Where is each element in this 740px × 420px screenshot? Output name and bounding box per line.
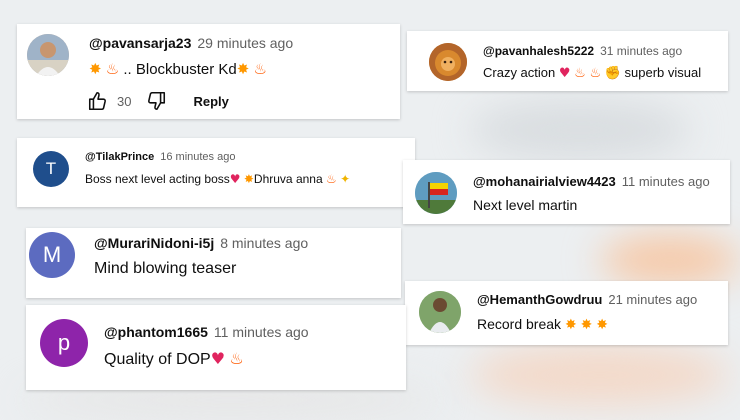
comment-text: ✸ ♨ .. Blockbuster Kd✸ ♨ <box>89 60 267 78</box>
comment-text: Boss next level acting boss♥ ✸Dhruva ann… <box>85 172 351 186</box>
avatar-letter: T <box>45 159 57 178</box>
comment-timestamp: 11 minutes ago <box>213 324 309 340</box>
clipped-actions-row <box>26 380 406 390</box>
comment-header: @phantom1665 11 minutes ago <box>104 324 309 340</box>
comment-timestamp: 29 minutes ago <box>197 35 294 51</box>
comment-text: Record break ✸ ✸ ✸ <box>477 316 608 333</box>
fire-emoji-icon: ♨ <box>253 60 267 78</box>
collision-emoji-icon: ✸ <box>89 60 102 78</box>
comment-text: Next level martin <box>473 197 578 213</box>
heart-emoji-icon: ♥ <box>229 172 241 186</box>
heart-emoji-icon: ♥ <box>210 349 226 368</box>
comment-card: @mohanairialview4423 11 minutes ago Next … <box>403 160 730 224</box>
user-avatar[interactable] <box>415 172 457 214</box>
comment-username[interactable]: @phantom1665 <box>104 324 208 340</box>
comment-timestamp: 31 minutes ago <box>600 44 683 58</box>
comment-header: @mohanairialview4423 11 minutes ago <box>473 174 710 189</box>
comment-header: @pavansarja23 29 minutes ago <box>89 35 293 51</box>
heart-emoji-icon: ♥ <box>558 66 571 81</box>
comment-header: @HemanthGowdruu 21 minutes ago <box>477 292 697 307</box>
comment-header: @pavanhalesh5222 31 minutes ago <box>483 44 682 58</box>
user-avatar[interactable]: T <box>33 151 69 187</box>
dizzy-emoji-icon: ✦ <box>340 172 351 186</box>
comment-username[interactable]: @MurariNidoni-i5j <box>94 235 214 251</box>
karnataka-flag-avatar-icon <box>415 172 457 214</box>
comment-text: Mind blowing teaser <box>94 260 237 277</box>
comment-timestamp: 21 minutes ago <box>608 292 698 307</box>
comment-card: M @MurariNidoni-i5j 8 minutes ago Mind bl… <box>26 228 401 298</box>
person-photo-avatar-icon <box>27 34 69 76</box>
fire-emoji-icon: ♨ <box>325 172 337 186</box>
avatar-letter: M <box>42 242 62 267</box>
fire-emoji-icon: ♨ <box>574 66 586 81</box>
background-blur <box>470 345 730 405</box>
like-count: 30 <box>117 93 132 109</box>
comment-username[interactable]: @TilakPrince <box>85 151 154 163</box>
comment-card: @pavanhalesh5222 31 minutes ago Crazy act… <box>407 31 728 91</box>
comment-card: p @phantom1665 11 minutes ago Quality of … <box>26 305 406 390</box>
comment-card: @pavansarja23 29 minutes ago ✸ ♨ .. Block… <box>17 24 400 119</box>
comment-text: Crazy action ♥ ♨ ♨ ✊ superb visual <box>483 65 702 81</box>
comment-timestamp: 16 minutes ago <box>160 151 236 163</box>
comment-card: T @TilakPrince 16 minutes ago Boss next l… <box>17 138 415 207</box>
user-avatar[interactable] <box>419 291 461 333</box>
user-avatar[interactable] <box>27 34 69 76</box>
collision-emoji-icon: ✸ <box>243 172 254 186</box>
comment-timestamp: 8 minutes ago <box>220 235 309 251</box>
comment-actions: 30 Reply <box>87 90 229 112</box>
collision-emoji-icon: ✸ <box>596 317 608 333</box>
comment-text: Quality of DOP♥ ♨ <box>104 349 244 368</box>
lion-photo-avatar-icon <box>429 43 467 81</box>
comment-header: @MurariNidoni-i5j 8 minutes ago <box>94 235 308 251</box>
user-avatar[interactable]: M <box>29 232 75 278</box>
background-blur <box>470 100 690 160</box>
comment-username[interactable]: @mohanairialview4423 <box>473 174 616 189</box>
comment-timestamp: 11 minutes ago <box>621 174 710 189</box>
collision-emoji-icon: ✸ <box>564 317 577 333</box>
collision-emoji-icon: ✸ <box>236 60 250 78</box>
flexed-biceps-emoji-icon: ✊ <box>604 66 621 81</box>
comment-card: @HemanthGowdruu 21 minutes ago Record bre… <box>405 281 728 345</box>
user-avatar[interactable] <box>429 43 467 81</box>
person-photo-avatar-icon <box>419 291 461 333</box>
clipped-actions-row <box>17 197 415 207</box>
fire-emoji-icon: ♨ <box>229 349 244 368</box>
comment-username[interactable]: @HemanthGowdruu <box>477 292 602 307</box>
reply-button[interactable]: Reply <box>193 94 228 109</box>
thumbs-down-icon[interactable] <box>145 90 167 112</box>
comment-header: @TilakPrince 16 minutes ago <box>85 151 235 163</box>
background-blur <box>600 235 740 285</box>
user-avatar[interactable]: p <box>40 319 88 367</box>
fire-emoji-icon: ♨ <box>105 60 120 78</box>
comment-username[interactable]: @pavanhalesh5222 <box>483 44 594 58</box>
thumbs-up-icon[interactable] <box>87 90 109 112</box>
fire-emoji-icon: ♨ <box>589 66 602 81</box>
comment-username[interactable]: @pavansarja23 <box>89 35 191 51</box>
collision-emoji-icon: ✸ <box>580 317 593 333</box>
avatar-letter: p <box>57 330 71 355</box>
